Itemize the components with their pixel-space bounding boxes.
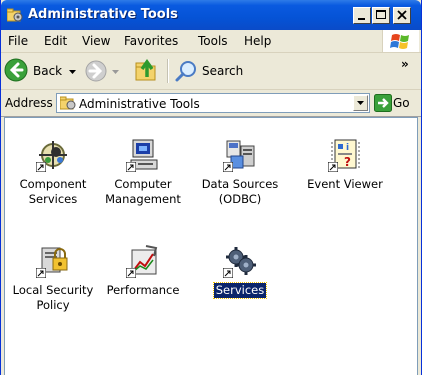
computer-management-icon [126,138,160,172]
component-services-icon [36,138,70,172]
item-label: Management [105,192,181,206]
back-arrow-icon[interactable] [4,58,28,85]
menu-favorites[interactable]: Favorites [124,34,178,48]
svg-text:?: ? [344,155,351,169]
svg-text:i: i [346,143,349,153]
address-input[interactable]: Administrative Tools [56,93,370,113]
local-security-policy-icon [36,244,70,278]
item-label: Event Viewer [307,177,383,191]
shortcut-arrow-icon [36,268,46,278]
menu-help[interactable]: Help [244,34,271,48]
item-label: Component [19,177,87,191]
address-bar: Address Administrative Tools Go [1,90,421,117]
menu-tools[interactable]: Tools [198,34,228,48]
maximize-icon [376,10,386,19]
menu-file[interactable]: File [8,34,28,48]
forward-dropdown-icon[interactable] [112,66,120,79]
item-label: Data Sources [201,177,279,191]
address-label: Address [5,96,53,110]
close-button[interactable] [393,7,411,24]
item-component-services[interactable]: Component Services [5,138,101,207]
forward-arrow-icon[interactable] [85,60,107,85]
minimize-button[interactable] [353,7,371,24]
close-icon [397,10,407,20]
menu-view[interactable]: View [82,34,110,48]
shortcut-arrow-icon [126,268,136,278]
windows-logo-icon [382,30,419,52]
admin-tools-folder-icon [6,7,23,23]
back-button-label[interactable]: Back [33,64,62,78]
maximize-button[interactable] [372,7,390,24]
item-label: Computer [114,177,172,191]
explorer-window: Administrative Tools File Edit View Favo… [0,0,422,375]
go-button-label[interactable]: Go [393,96,410,110]
item-services[interactable]: Services [192,244,288,299]
item-label: Services [28,192,78,206]
shortcut-arrow-icon [223,268,233,278]
go-arrow-icon[interactable] [374,94,392,115]
data-sources-icon [223,138,257,172]
shortcut-arrow-icon [126,162,136,172]
item-performance[interactable]: Performance [95,244,191,298]
admin-tools-folder-icon [59,95,76,114]
item-computer-management[interactable]: Computer Management [95,138,191,207]
search-button-label[interactable]: Search [202,64,243,78]
selected-item-label: Services [212,282,268,299]
item-label: Performance [106,283,180,297]
shortcut-arrow-icon [328,162,338,172]
services-icon [223,244,257,278]
item-event-viewer[interactable]: i ? Event Viewer [297,138,393,192]
chevron-down-icon [357,101,364,105]
item-data-sources[interactable]: Data Sources (ODBC) [192,138,288,207]
address-dropdown-button[interactable] [353,95,368,111]
shortcut-arrow-icon [223,162,233,172]
item-local-security-policy[interactable]: Local Security Policy [5,244,101,313]
menu-bar: File Edit View Favorites Tools Help [1,30,421,53]
search-icon[interactable] [174,59,198,86]
item-label: Local Security [12,283,94,297]
back-dropdown-icon[interactable] [69,66,77,79]
menu-edit[interactable]: Edit [44,34,67,48]
performance-icon [126,244,160,278]
standard-toolbar: Back Search » [1,53,421,90]
item-label: Policy [36,298,70,312]
toolbar-overflow-chevron[interactable]: » [401,57,409,71]
file-view[interactable]: Component Services Computer Management D… [4,117,418,375]
window-title: Administrative Tools [28,7,178,22]
address-value: Administrative Tools [79,97,200,111]
minimize-icon [358,18,365,20]
title-bar[interactable]: Administrative Tools [1,0,421,30]
item-label: (ODBC) [218,192,262,206]
toolbar-separator [167,59,169,83]
shortcut-arrow-icon [36,162,46,172]
up-folder-icon[interactable] [134,57,160,86]
event-viewer-icon: i ? [328,138,362,172]
